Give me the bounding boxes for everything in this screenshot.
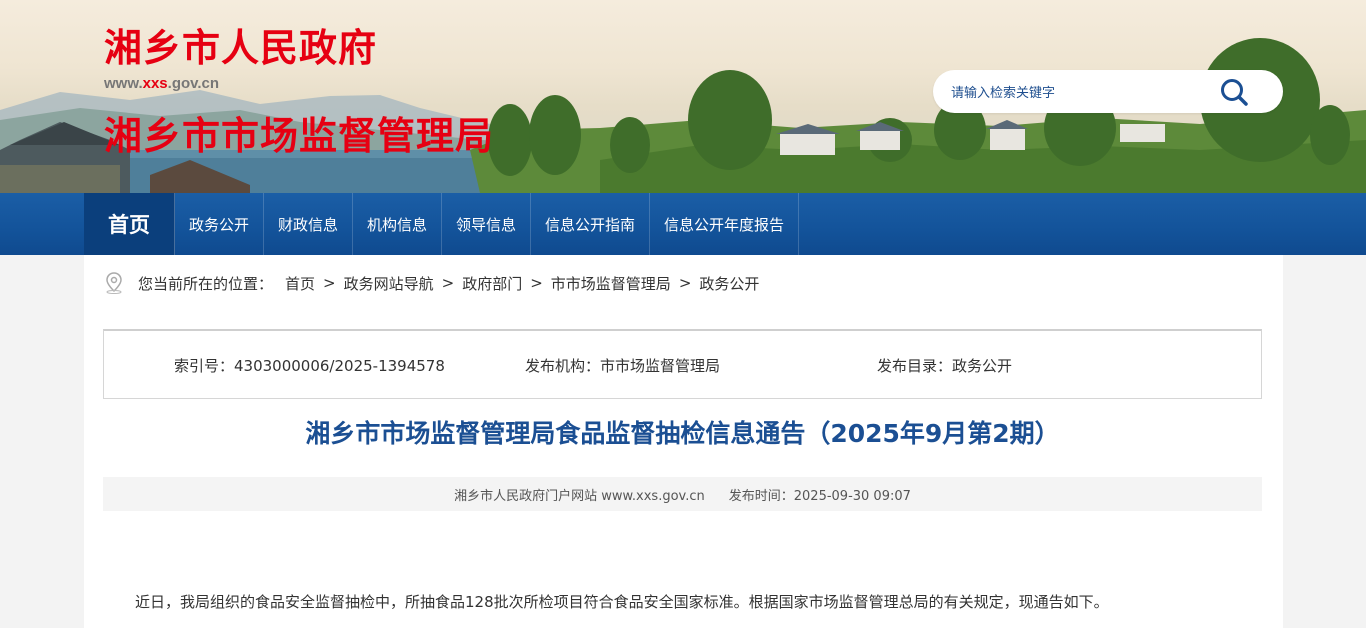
department-name: 湘乡市市场监督管理局	[104, 114, 495, 158]
location-pin-icon	[106, 272, 122, 294]
nav-item-leadership-info[interactable]: 领导信息	[442, 193, 531, 255]
header-banner: 湘乡市人民政府 www.xxs.gov.cn 湘乡市市场监督管理局	[0, 0, 1366, 193]
breadcrumb-separator: >	[678, 274, 692, 292]
breadcrumb-market-bureau[interactable]: 市市场监督管理局	[551, 273, 671, 294]
breadcrumb-label: 您当前所在的位置：	[138, 274, 274, 293]
nav-item-annual-report[interactable]: 信息公开年度报告	[650, 193, 799, 255]
breadcrumb-separator: >	[530, 274, 543, 292]
publishing-catalog: 发布目录：政务公开	[877, 357, 1013, 375]
nav-item-government-affairs[interactable]: 政务公开	[175, 193, 264, 255]
publish-time: 发布时间：2025-09-30 09:07	[728, 488, 911, 504]
main-content: 您当前所在的位置： 首页 > 政务网站导航 > 政府部门 > 市市场监督管理局 …	[84, 255, 1283, 628]
url-prefix: www.	[104, 75, 143, 92]
site-name: 湘乡市人民政府	[104, 26, 378, 70]
search-icon[interactable]	[1219, 77, 1249, 107]
breadcrumb-government-affairs[interactable]: 政务公开	[699, 273, 759, 294]
nav-home[interactable]: 首页	[84, 193, 175, 255]
article-source-bar: 湘乡市人民政府门户网站 www.xxs.gov.cn 发布时间：2025-09-…	[103, 477, 1262, 511]
url-suffix: .gov.cn	[167, 75, 220, 92]
site-url: www.xxs.gov.cn	[104, 75, 219, 92]
document-meta-box: 索引号：4303000006/2025-1394578 发布机构：市市场监督管理…	[103, 329, 1262, 399]
breadcrumb-site-nav[interactable]: 政务网站导航	[344, 273, 434, 294]
breadcrumb-separator: >	[323, 274, 336, 292]
breadcrumb-home[interactable]: 首页	[285, 273, 315, 294]
index-number: 索引号：4303000006/2025-1394578	[174, 357, 445, 375]
nav-item-disclosure-guide[interactable]: 信息公开指南	[531, 193, 650, 255]
article-source: 湘乡市人民政府门户网站 www.xxs.gov.cn	[454, 488, 705, 504]
article-title: 湘乡市市场监督管理局食品监督抽检信息通告（2025年9月第2期）	[305, 419, 1060, 448]
breadcrumb: 您当前所在的位置： 首页 > 政务网站导航 > 政府部门 > 市市场监督管理局 …	[104, 272, 759, 294]
search-input[interactable]	[949, 81, 1213, 105]
publishing-agency: 发布机构：市市场监督管理局	[525, 357, 721, 375]
url-highlight: xxs	[142, 75, 168, 92]
article-paragraph: 近日，我局组织的食品安全监督抽检中，所抽食品128批次所检项目符合食品安全国家标…	[135, 593, 1109, 611]
main-nav: 首页 政务公开 财政信息 机构信息 领导信息 信息公开指南 信息公开年度报告	[0, 193, 1366, 255]
nav-item-institution-info[interactable]: 机构信息	[353, 193, 442, 255]
breadcrumb-separator: >	[441, 274, 455, 292]
search-box	[933, 70, 1283, 113]
nav-item-finance-info[interactable]: 财政信息	[264, 193, 353, 255]
breadcrumb-gov-departments[interactable]: 政府部门	[462, 273, 522, 294]
